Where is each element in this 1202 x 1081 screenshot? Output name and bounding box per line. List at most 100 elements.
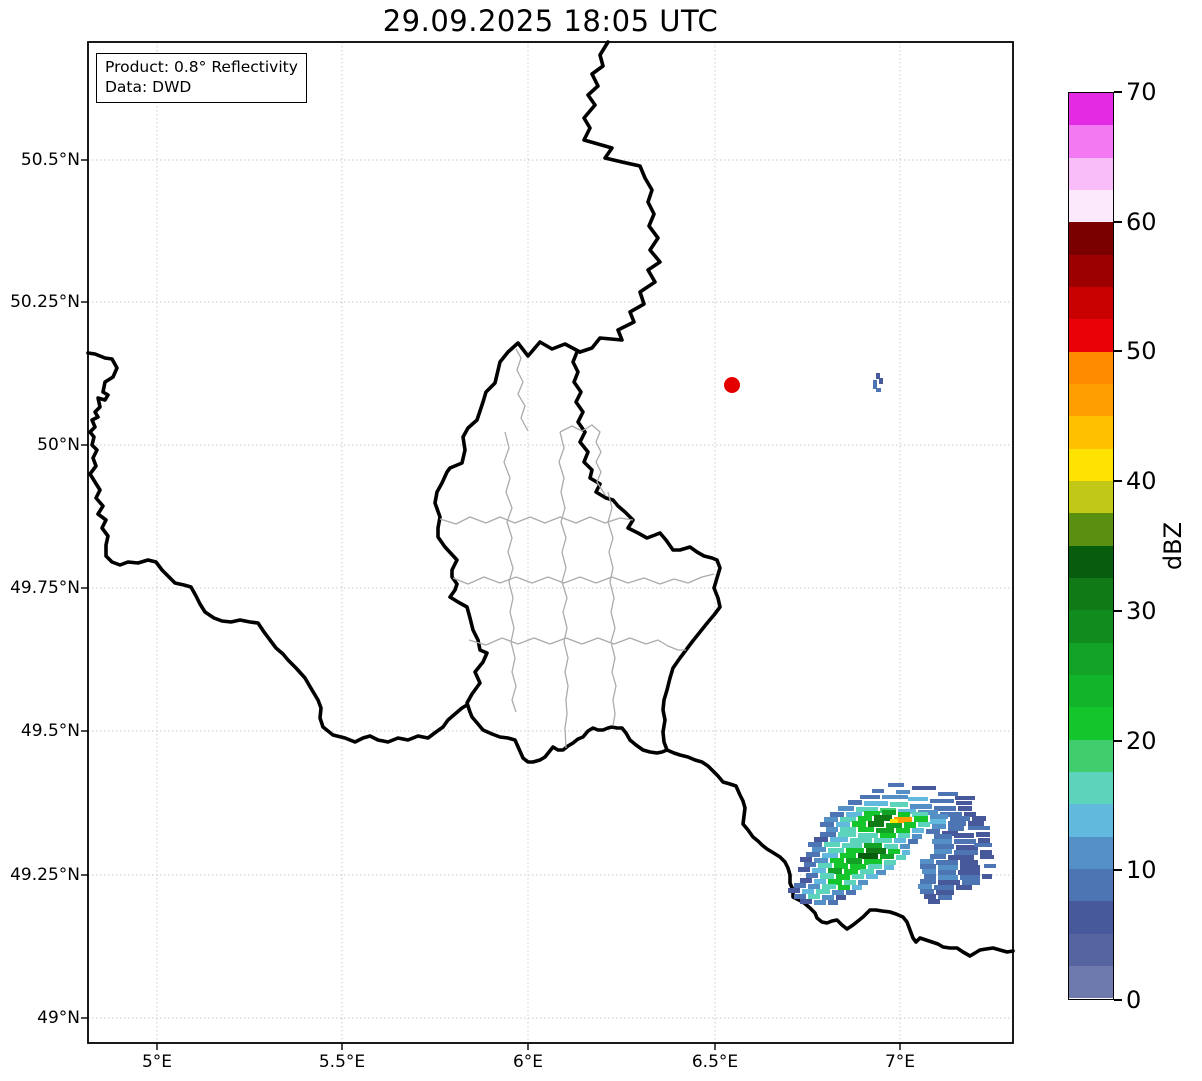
echo-cell <box>890 819 898 823</box>
axis-tick-marks <box>81 159 901 1050</box>
echo-cell <box>838 806 854 811</box>
canton-line <box>503 431 517 713</box>
echo-cell <box>932 824 946 829</box>
colorbar-label-wrap: dBZ <box>1158 476 1188 616</box>
colorbar-segment <box>1069 836 1113 869</box>
info-box-product: Product: 0.8° Reflectivity <box>105 58 298 76</box>
echo-cell <box>812 847 826 852</box>
colorbar-segment <box>1069 577 1113 611</box>
echo-cell <box>822 884 836 889</box>
colorbar-tick-label: 10 <box>1126 856 1157 885</box>
echo-cell <box>822 895 834 900</box>
echo-cell <box>960 865 980 870</box>
echo-cell <box>800 878 812 883</box>
echo-cell <box>884 844 898 849</box>
echo-cell <box>814 879 826 884</box>
colorbar-segment <box>1069 189 1113 223</box>
canton-line <box>468 637 686 651</box>
echo-cell <box>934 834 952 839</box>
echo-cell <box>898 833 910 838</box>
echo-cell <box>956 801 972 805</box>
echo-cell <box>822 853 838 858</box>
echo-cell <box>879 378 883 384</box>
echo-cell <box>955 796 975 800</box>
colorbar-segment <box>1069 125 1113 158</box>
echo-cell <box>938 865 958 870</box>
echo-cell <box>836 822 850 827</box>
echo-cell <box>826 827 838 832</box>
radar-site-marker <box>724 377 740 393</box>
colorbar-segment <box>1069 707 1113 740</box>
canton-line <box>607 491 617 727</box>
echo-cell <box>830 812 844 817</box>
colorbar-tick-label: 60 <box>1126 207 1157 236</box>
echo-cell <box>824 817 838 822</box>
colorbar-tick-mark <box>1114 480 1122 483</box>
x-tick-label: 7°E <box>884 1052 916 1072</box>
echo-cell <box>804 862 816 867</box>
echo-cell <box>954 833 974 838</box>
echo-cell <box>876 828 894 833</box>
echo-cell <box>954 839 976 844</box>
border-luxembourg-north-west-south <box>433 340 669 764</box>
echo-cell <box>860 795 880 799</box>
echo-cell <box>980 850 992 855</box>
colorbar-segment <box>1069 674 1113 708</box>
colorbar-segment <box>1069 739 1113 772</box>
echo-cell <box>828 848 844 853</box>
border-luxembourg-east <box>571 350 722 752</box>
radar-echo-cells <box>788 783 996 905</box>
border-belgium-germany <box>578 40 662 354</box>
colorbar-tick-mark <box>1114 609 1122 612</box>
y-tick-label: 49.5°N <box>20 721 80 741</box>
echo-cell <box>812 868 826 873</box>
echo-cell <box>904 822 916 828</box>
echo-cell <box>930 799 954 803</box>
echo-cell <box>820 822 834 827</box>
y-tick-label: 50.5°N <box>20 150 80 170</box>
y-tick-label: 49.75°N <box>10 578 80 598</box>
echo-cell <box>858 816 872 821</box>
info-box: Product: 0.8° Reflectivity Data: DWD <box>96 53 307 103</box>
echo-cell <box>896 790 910 794</box>
echo-cell <box>872 789 884 793</box>
echo-cell <box>984 864 996 868</box>
echo-cell <box>938 875 958 880</box>
canton-line <box>439 516 634 525</box>
colorbar-segment <box>1069 416 1113 449</box>
echo-cell <box>866 874 878 879</box>
echo-cell <box>934 885 954 890</box>
colorbar-segment <box>1069 804 1113 837</box>
map-canvas <box>81 40 1015 1050</box>
x-tick-label: 6°E <box>512 1052 544 1072</box>
colorbar-segment <box>1069 965 1113 999</box>
echo-cell <box>868 864 882 869</box>
echo-cell <box>912 828 924 833</box>
colorbar-segment <box>1069 254 1113 287</box>
x-tick-label: 5°E <box>141 1052 173 1072</box>
echo-cell <box>936 890 954 895</box>
echo-cell <box>788 888 800 893</box>
echo-cell <box>814 837 828 842</box>
echo-cell <box>814 858 828 863</box>
echo-cell <box>876 388 881 392</box>
echo-cell <box>924 894 936 899</box>
echo-cell <box>912 786 936 790</box>
colorbar-tick-label: 70 <box>1126 78 1157 106</box>
echo-cell <box>874 838 892 843</box>
echo-cell <box>930 854 946 859</box>
echo-cell <box>932 839 952 844</box>
colorbar-segment <box>1069 480 1113 514</box>
echo-cell <box>962 880 980 885</box>
echo-cell <box>880 833 896 838</box>
echo-cell <box>934 844 954 849</box>
echo-cell <box>874 815 892 821</box>
echo-cell <box>794 883 806 888</box>
echo-cell <box>920 864 936 869</box>
echo-cell <box>938 792 958 796</box>
gridlines <box>88 42 1013 1043</box>
echo-cell <box>844 880 856 885</box>
echo-cell <box>960 875 980 880</box>
echo-cell <box>808 884 820 889</box>
echo-cell <box>836 895 846 900</box>
